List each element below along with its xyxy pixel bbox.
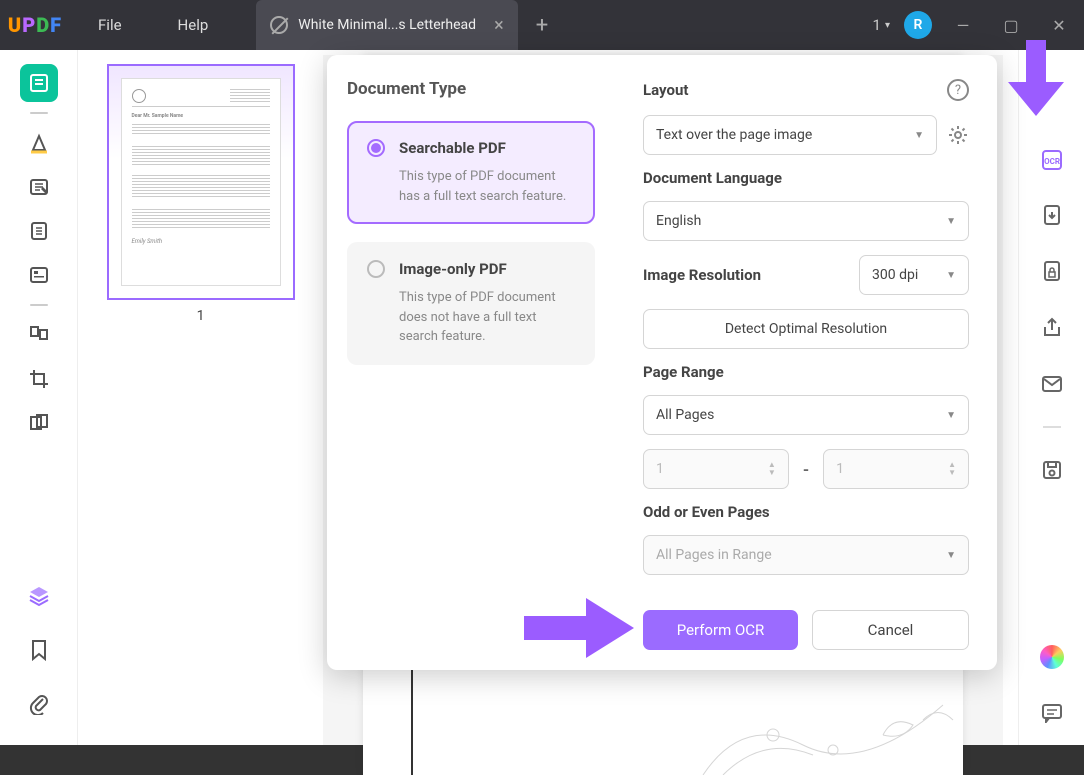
form-tool[interactable] [20,256,58,294]
thumbnail-panel: Dear Mr. Sample Name Emily Smith 1 [78,50,323,745]
close-tab-icon[interactable]: × [494,15,504,36]
crop-tool[interactable] [20,360,58,398]
layout-select[interactable]: Text over the page image▼ [643,115,937,155]
page-range-select[interactable]: All Pages▼ [643,395,969,435]
convert-tool-icon[interactable] [1038,202,1066,230]
avatar[interactable]: R [904,11,932,39]
range-from-input[interactable]: 1▲▼ [643,449,789,489]
option-searchable-pdf[interactable]: Searchable PDF This type of PDF document… [347,121,595,224]
page-tool[interactable] [20,212,58,250]
ai-tool-icon[interactable] [1038,643,1066,671]
image-resolution-label: Image Resolution [643,266,761,284]
separator [1043,426,1061,428]
comment-tool-icon[interactable] [1038,699,1066,727]
protect-tool-icon[interactable] [1038,258,1066,286]
detect-resolution-button[interactable]: Detect Optimal Resolution [643,309,969,349]
odd-even-label: Odd or Even Pages [643,503,969,521]
help-icon[interactable]: ? [947,79,969,101]
separator [30,304,48,306]
document-tab[interactable]: White Minimal...s Letterhead × [256,0,517,50]
layout-label: Layout [643,81,688,99]
layers-tool[interactable] [20,577,58,615]
right-toolbar: OCR [1018,50,1084,745]
bookmark-tool[interactable] [20,631,58,669]
titlebar: UPDF File Help White Minimal...s Letterh… [0,0,1084,50]
add-tab-button[interactable]: + [536,13,548,38]
page-range-label: Page Range [643,363,969,381]
odd-even-select[interactable]: All Pages in Range▼ [643,535,969,575]
gear-icon[interactable] [947,124,969,146]
no-edit-icon [270,16,288,34]
menu-file[interactable]: File [70,16,150,34]
thumbnail-page-number: 1 [197,308,205,324]
window-count[interactable]: 1 ▾ [873,16,890,34]
range-dash: - [803,460,809,479]
ocr-tool-icon[interactable]: OCR [1038,146,1066,174]
tab-title: White Minimal...s Letterhead [298,17,476,33]
highlight-tool[interactable] [20,124,58,162]
separator [30,112,48,114]
option-description: This type of PDF document does not have … [367,288,575,347]
ocr-panel: Document Type Searchable PDF This type o… [327,55,997,670]
radio-icon [367,139,385,157]
edit-text-tool[interactable] [20,168,58,206]
option-title: Image-only PDF [399,260,507,278]
minimize-button[interactable]: — [946,10,980,40]
option-description: This type of PDF document has a full tex… [367,167,575,206]
svg-text:OCR: OCR [1044,157,1060,166]
perform-ocr-button[interactable]: Perform OCR [643,610,798,650]
left-toolbar [0,50,78,745]
attachment-tool[interactable] [20,685,58,723]
close-window-button[interactable]: ✕ [1042,10,1076,40]
reader-tool[interactable] [20,64,58,102]
menu-help[interactable]: Help [150,16,237,34]
compare-tool[interactable] [20,404,58,442]
option-title: Searchable PDF [399,139,506,157]
annotation-arrow-right [524,598,634,658]
page-thumbnail[interactable]: Dear Mr. Sample Name Emily Smith [107,64,295,300]
option-image-only-pdf[interactable]: Image-only PDF This type of PDF document… [347,242,595,365]
save-tool-icon[interactable] [1038,456,1066,484]
organize-tool[interactable] [20,316,58,354]
annotation-arrow-down [1008,40,1064,116]
email-tool-icon[interactable] [1038,370,1066,398]
document-type-heading: Document Type [347,79,595,99]
range-to-input[interactable]: 1▲▼ [823,449,969,489]
language-select[interactable]: English▼ [643,201,969,241]
radio-icon [367,260,385,278]
share-tool-icon[interactable] [1038,314,1066,342]
cancel-button[interactable]: Cancel [812,610,969,650]
maximize-button[interactable]: ▢ [994,10,1028,40]
app-logo: UPDF [0,13,70,37]
document-language-label: Document Language [643,169,969,187]
resolution-select[interactable]: 300 dpi▼ [859,255,969,295]
